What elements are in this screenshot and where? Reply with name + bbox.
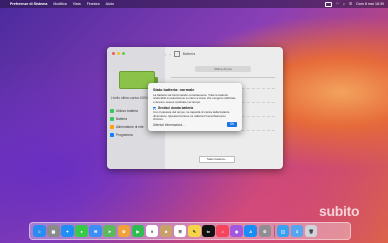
menu-app-name[interactable]: Preferenze di Sistema bbox=[10, 2, 47, 6]
window-titlebar: ‹ › Batteria bbox=[165, 50, 195, 58]
downloads-icon[interactable]: ⇩ bbox=[290, 224, 304, 238]
spotlight-search-icon[interactable]: ⌕ bbox=[343, 2, 345, 6]
finder-icon[interactable]: ☺ bbox=[33, 224, 46, 238]
dialog-title: Stato batteria: normale bbox=[153, 88, 195, 92]
facetime-icon[interactable]: ▶ bbox=[131, 224, 145, 238]
trash-icon[interactable]: 🗑 bbox=[304, 224, 318, 238]
menu-item-modifica[interactable]: Modifica bbox=[53, 2, 66, 6]
appstore-icon[interactable]: A bbox=[244, 224, 257, 238]
menu-clock[interactable]: Dom 8 mar 18:39 bbox=[356, 2, 384, 6]
battery-health-dialog: Stato batteria: normale La batteria sta … bbox=[148, 83, 242, 131]
podcasts-icon[interactable]: ◉ bbox=[230, 224, 243, 238]
manage-battery-description: Con il passare del tempo, la capacità di… bbox=[153, 110, 230, 122]
sidebar-item-power-adapter-icon bbox=[110, 125, 114, 129]
sidebar-item-schedule-icon bbox=[110, 133, 114, 137]
minimize-window-button[interactable] bbox=[117, 52, 120, 55]
menu-item-aiuto[interactable]: Aiuto bbox=[106, 2, 114, 6]
mail-icon[interactable]: ✉ bbox=[89, 224, 102, 238]
watermark-text: subito bbox=[319, 203, 360, 219]
launchpad-icon[interactable]: ▦ bbox=[47, 224, 60, 238]
sidebar-item-label: Batteria bbox=[116, 117, 127, 121]
battery-health-button[interactable]: Stato batteria... bbox=[199, 156, 235, 163]
menu-item-vista[interactable]: Vista bbox=[73, 2, 81, 6]
sidebar-item-battery-icon bbox=[110, 117, 114, 121]
battery-status-icon[interactable] bbox=[324, 1, 332, 7]
settings-icon[interactable]: ⚙ bbox=[258, 224, 271, 238]
contacts-icon[interactable]: ☻ bbox=[159, 224, 173, 238]
menu-item-finestra[interactable]: Finestra bbox=[87, 2, 100, 6]
screenshot-icon[interactable]: ◫ bbox=[276, 224, 290, 238]
messages-icon[interactable]: ● bbox=[75, 224, 88, 238]
notes-icon[interactable]: ✎ bbox=[188, 224, 201, 238]
ok-button[interactable]: OK bbox=[227, 122, 237, 127]
sidebar-item-label: Programma bbox=[116, 133, 133, 137]
sidebar-item-usage-icon bbox=[110, 109, 114, 113]
sidebar-item-label: Utilizzo batteria bbox=[116, 109, 138, 113]
time-range-segmented-control[interactable]: Ultime 24 ore bbox=[195, 66, 251, 72]
reminders-icon[interactable]: ☰ bbox=[173, 224, 187, 238]
calendar-icon[interactable]: 9 bbox=[145, 224, 159, 238]
tv-icon[interactable]: tv bbox=[202, 224, 215, 238]
close-window-button[interactable] bbox=[112, 52, 115, 55]
control-center-icon[interactable]: ☰ bbox=[349, 2, 352, 6]
wifi-icon[interactable]: ◠ bbox=[336, 2, 339, 6]
back-icon[interactable]: ‹ bbox=[165, 52, 166, 57]
sidebar-item-schedule[interactable]: Programma bbox=[110, 131, 162, 139]
menu-bar: Preferenze di Sistema Modifica Vista Fin… bbox=[0, 0, 388, 8]
manage-battery-checkbox[interactable] bbox=[153, 106, 157, 110]
music-icon[interactable]: ♫ bbox=[216, 224, 229, 238]
dock-separator bbox=[273, 225, 275, 237]
show-all-grid-icon[interactable] bbox=[173, 51, 180, 57]
dock: ☺ ▦ ✦ ● ✉ ➤ ✿ ▶ 9 ☻ ☰ ✎ tv ♫ ◉ A ⚙ ◫ ⇩ 🗑 bbox=[29, 222, 351, 240]
safari-icon[interactable]: ✦ bbox=[61, 224, 74, 238]
forward-icon[interactable]: › bbox=[169, 52, 170, 57]
sidebar-item-label: Alimentatore di rete bbox=[116, 125, 144, 129]
dialog-footer: Ulteriori informazioni... OK bbox=[153, 122, 237, 127]
window-controls bbox=[112, 52, 125, 55]
zoom-window-button[interactable] bbox=[122, 52, 125, 55]
window-title: Batteria bbox=[182, 52, 196, 56]
dialog-body-text: La batteria sta funzionando correttament… bbox=[153, 92, 236, 104]
photos-icon[interactable]: ✿ bbox=[117, 224, 131, 238]
more-info-link[interactable]: Ulteriori informazioni... bbox=[153, 123, 185, 127]
maps-icon[interactable]: ➤ bbox=[103, 224, 116, 238]
